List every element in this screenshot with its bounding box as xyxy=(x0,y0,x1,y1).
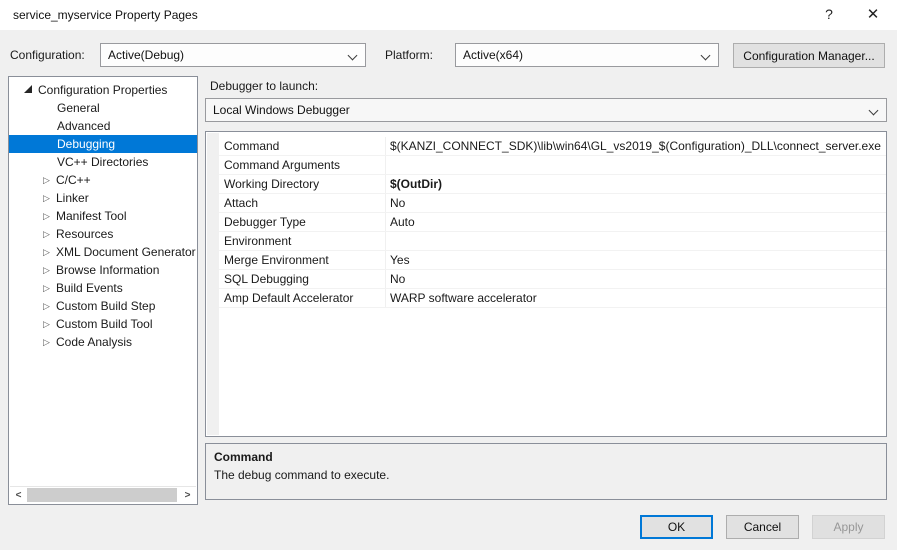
debugger-value: Local Windows Debugger xyxy=(213,103,350,117)
property-label: Amp Default Accelerator xyxy=(219,289,386,307)
collapsed-triangle-icon[interactable]: ▷ xyxy=(43,279,50,297)
window-title: service_myservice Property Pages xyxy=(13,8,198,22)
help-icon: ? xyxy=(825,6,833,22)
configuration-dropdown[interactable]: Active(Debug) xyxy=(100,43,366,67)
tree-item-label: Resources xyxy=(56,227,114,241)
tree-item-label: Linker xyxy=(56,191,89,205)
tree-item-label: Configuration Properties xyxy=(38,83,168,97)
chevron-down-icon[interactable] xyxy=(868,105,879,116)
tree-item-label: Manifest Tool xyxy=(56,209,127,223)
grid-gutter xyxy=(207,133,219,435)
property-row-working-directory[interactable]: Working Directory $(OutDir) xyxy=(219,175,886,194)
expanded-triangle-icon[interactable] xyxy=(24,85,32,93)
debugger-dropdown[interactable]: Local Windows Debugger xyxy=(205,98,887,122)
platform-dropdown[interactable]: Active(x64) xyxy=(455,43,719,67)
property-row-amp-default-accelerator[interactable]: Amp Default Accelerator WARP software ac… xyxy=(219,289,886,308)
collapsed-triangle-icon[interactable]: ▷ xyxy=(43,243,50,261)
close-button[interactable]: ✕ xyxy=(856,0,890,28)
property-row-sql-debugging[interactable]: SQL Debugging No xyxy=(219,270,886,289)
tree-item-build-events[interactable]: ▷ Build Events xyxy=(9,279,197,297)
description-title: Command xyxy=(214,450,273,464)
tree-item-manifest-tool[interactable]: ▷ Manifest Tool xyxy=(9,207,197,225)
tree-item-resources[interactable]: ▷ Resources xyxy=(9,225,197,243)
configuration-label: Configuration: xyxy=(10,48,85,62)
property-value[interactable]: $(OutDir) xyxy=(386,177,886,191)
tree-item-label: VC++ Directories xyxy=(57,155,149,169)
title-bar[interactable]: service_myservice Property Pages ? ✕ xyxy=(0,0,897,30)
collapsed-triangle-icon[interactable]: ▷ xyxy=(43,333,50,351)
collapsed-triangle-icon[interactable]: ▷ xyxy=(43,261,50,279)
property-row-attach[interactable]: Attach No xyxy=(219,194,886,213)
tree-item-general[interactable]: General xyxy=(9,99,197,117)
close-icon: ✕ xyxy=(866,6,880,23)
scroll-right-icon[interactable]: > xyxy=(179,487,196,503)
property-label: Command Arguments xyxy=(219,156,386,174)
collapsed-triangle-icon[interactable]: ▷ xyxy=(43,189,50,207)
collapsed-triangle-icon[interactable]: ▷ xyxy=(43,207,50,225)
cancel-button[interactable]: Cancel xyxy=(726,515,799,539)
apply-button[interactable]: Apply xyxy=(812,515,885,539)
property-value[interactable]: WARP software accelerator xyxy=(386,291,886,305)
platform-label: Platform: xyxy=(385,48,434,62)
property-value[interactable]: No xyxy=(386,196,886,210)
collapsed-triangle-icon[interactable]: ▷ xyxy=(43,171,50,189)
description-text: The debug command to execute. xyxy=(214,468,390,482)
description-panel: Command The debug command to execute. xyxy=(205,443,887,500)
tree-item-label: Browse Information xyxy=(56,263,160,277)
collapsed-triangle-icon[interactable]: ▷ xyxy=(43,315,50,333)
help-button[interactable]: ? xyxy=(812,0,846,28)
configuration-tree: Configuration Properties General Advance… xyxy=(8,76,198,505)
property-row-command[interactable]: Command $(KANZI_CONNECT_SDK)\lib\win64\G… xyxy=(219,137,886,156)
scroll-left-icon[interactable]: < xyxy=(10,487,27,503)
property-value[interactable]: Auto xyxy=(386,215,886,229)
property-grid: Command $(KANZI_CONNECT_SDK)\lib\win64\G… xyxy=(205,131,887,437)
debugger-to-launch-label: Debugger to launch: xyxy=(210,79,319,93)
property-row-debugger-type[interactable]: Debugger Type Auto xyxy=(219,213,886,232)
tree-item-label: Debugging xyxy=(57,137,116,151)
tree-item-label: Custom Build Tool xyxy=(56,317,153,331)
scrollbar-thumb[interactable] xyxy=(27,488,177,502)
collapsed-triangle-icon[interactable]: ▷ xyxy=(43,297,50,315)
tree-item-xml-document-generator[interactable]: ▷ XML Document Generator xyxy=(9,243,197,261)
tree-item-custom-build-step[interactable]: ▷ Custom Build Step xyxy=(9,297,197,315)
tree-item-label: General xyxy=(57,101,100,115)
chevron-down-icon[interactable] xyxy=(347,50,358,61)
property-value[interactable]: No xyxy=(386,272,886,286)
property-label: Environment xyxy=(219,232,386,250)
tree-item-debugging[interactable]: Debugging xyxy=(9,135,197,153)
property-row-environment[interactable]: Environment xyxy=(219,232,886,251)
ok-button[interactable]: OK xyxy=(640,515,713,539)
tree-item-label: Code Analysis xyxy=(56,335,133,349)
tree-item-label: Build Events xyxy=(56,281,123,295)
property-label: Working Directory xyxy=(219,175,386,193)
property-label: Attach xyxy=(219,194,386,212)
property-pages-dialog: service_myservice Property Pages ? ✕ Con… xyxy=(0,0,897,550)
property-row-command-arguments[interactable]: Command Arguments xyxy=(219,156,886,175)
chevron-down-icon[interactable] xyxy=(700,50,711,61)
tree-horizontal-scrollbar[interactable]: < > xyxy=(10,486,196,503)
tree-item-label: C/C++ xyxy=(56,173,91,187)
tree-item-label: Custom Build Step xyxy=(56,299,156,313)
property-label: SQL Debugging xyxy=(219,270,386,288)
tree-item-configuration-properties[interactable]: Configuration Properties xyxy=(9,81,197,99)
tree-item-vcpp-directories[interactable]: VC++ Directories xyxy=(9,153,197,171)
tree-item-label: XML Document Generator xyxy=(56,245,196,259)
tree-item-code-analysis[interactable]: ▷ Code Analysis xyxy=(9,333,197,351)
collapsed-triangle-icon[interactable]: ▷ xyxy=(43,225,50,243)
property-row-merge-environment[interactable]: Merge Environment Yes xyxy=(219,251,886,270)
tree-item-c-cpp[interactable]: ▷ C/C++ xyxy=(9,171,197,189)
property-label: Debugger Type xyxy=(219,213,386,231)
tree-item-label: Advanced xyxy=(57,119,111,133)
tree-item-custom-build-tool[interactable]: ▷ Custom Build Tool xyxy=(9,315,197,333)
property-label: Merge Environment xyxy=(219,251,386,269)
tree-item-linker[interactable]: ▷ Linker xyxy=(9,189,197,207)
tree-item-browse-information[interactable]: ▷ Browse Information xyxy=(9,261,197,279)
property-value[interactable]: Yes xyxy=(386,253,886,267)
property-label: Command xyxy=(219,137,386,155)
tree-item-advanced[interactable]: Advanced xyxy=(9,117,197,135)
platform-value: Active(x64) xyxy=(463,48,524,62)
property-value[interactable]: $(KANZI_CONNECT_SDK)\lib\win64\GL_vs2019… xyxy=(386,139,886,153)
configuration-value: Active(Debug) xyxy=(108,48,185,62)
configuration-manager-button[interactable]: Configuration Manager... xyxy=(733,43,885,68)
